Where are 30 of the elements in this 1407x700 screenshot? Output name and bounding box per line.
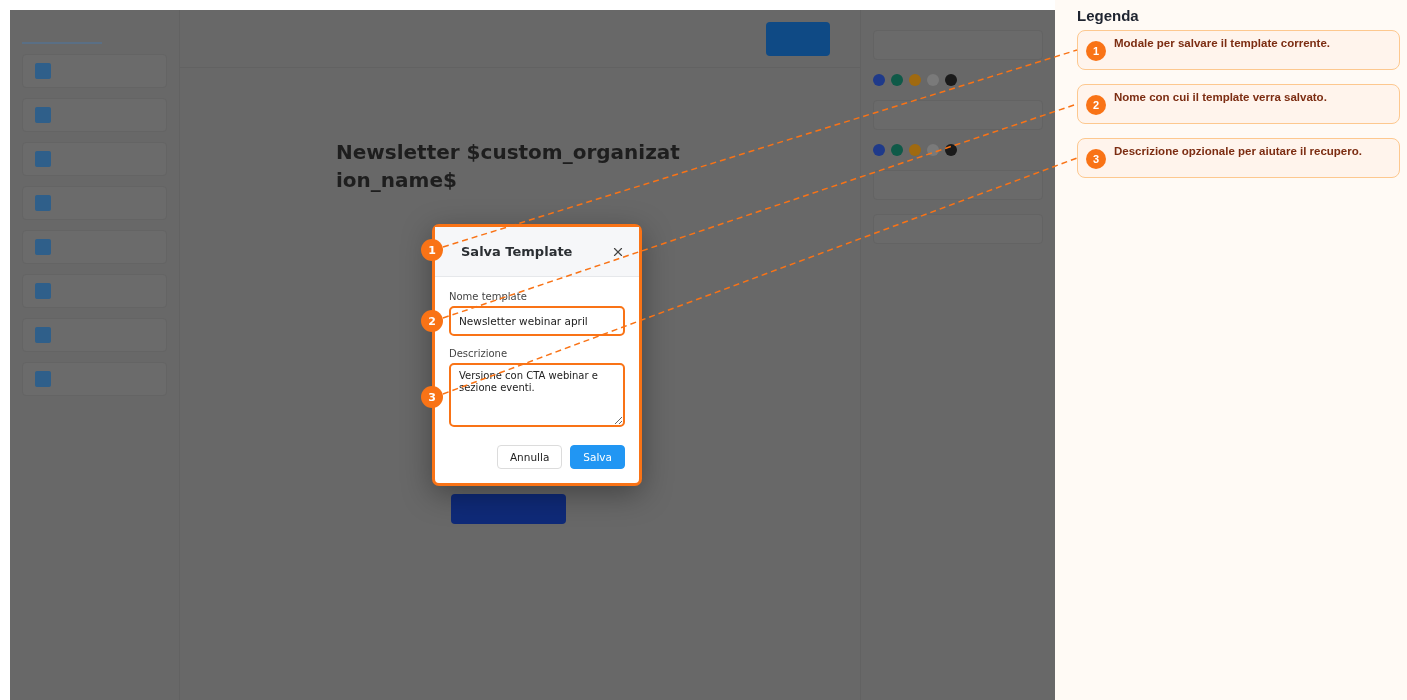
- color-swatch: [873, 144, 885, 156]
- color-swatch: [945, 74, 957, 86]
- cancel-button[interactable]: Annulla: [496, 445, 563, 469]
- field-label: Nome template: [449, 291, 528, 302]
- component-icon: [35, 63, 51, 79]
- component-icon: [35, 107, 51, 123]
- color-swatch: [873, 74, 885, 86]
- description-textarea[interactable]: Versione con CTA webinar e sezione eventi.: [449, 363, 625, 427]
- legend-number: 2: [1086, 95, 1106, 115]
- component-icon: [35, 371, 51, 387]
- modal-title: Salva Template: [461, 244, 573, 259]
- color-swatch: [891, 74, 903, 86]
- legend-text: Nome con cui il template verra salvato.: [1114, 91, 1327, 103]
- component-icon: [35, 283, 51, 299]
- color-swatch: [909, 74, 921, 86]
- component-icon: [35, 195, 51, 211]
- template-name-input[interactable]: Newsletter webinar april: [449, 306, 625, 336]
- legend-title: Legenda: [1077, 8, 1140, 24]
- newsletter-heading: Newsletter $custom_organization_name$: [336, 139, 681, 194]
- legend-text: Descrizione opzionale per aiutare il recupero.: [1114, 145, 1362, 157]
- legend-text: Modale per salvare il template corrente.: [1114, 37, 1331, 49]
- legend-number: 1: [1086, 41, 1106, 61]
- component-icon: [35, 239, 51, 255]
- legend-number: 3: [1086, 149, 1106, 169]
- color-swatch: [891, 144, 903, 156]
- color-swatch: [945, 144, 957, 156]
- color-swatch: [909, 144, 921, 156]
- component-icon: [35, 151, 51, 167]
- field-label: Descrizione: [449, 348, 509, 359]
- component-icon: [35, 327, 51, 343]
